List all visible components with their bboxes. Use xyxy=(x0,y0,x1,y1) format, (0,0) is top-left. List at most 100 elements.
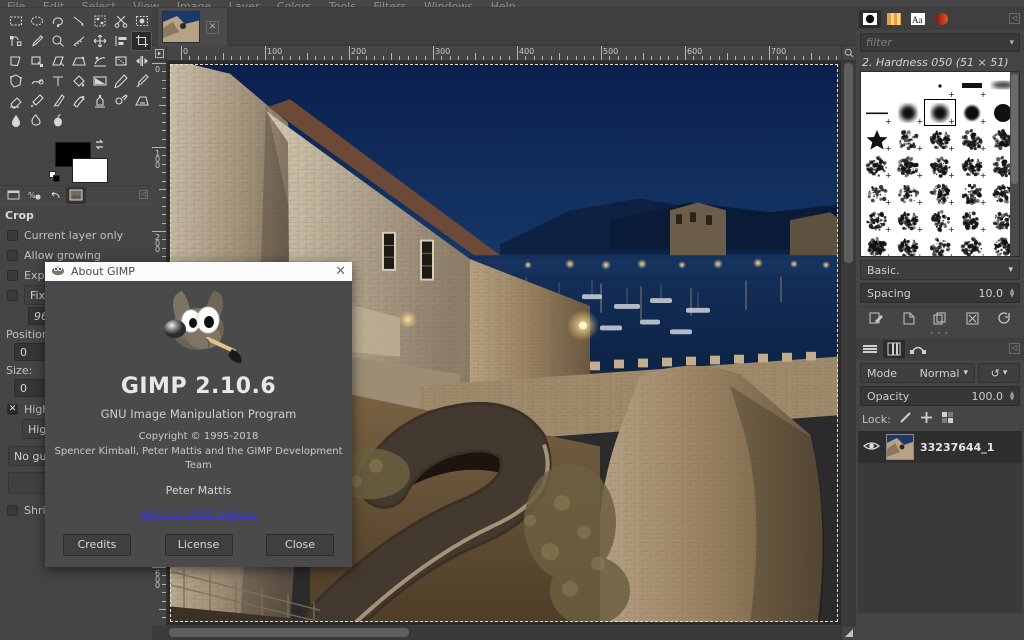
perspective-tool[interactable] xyxy=(68,51,89,71)
reset-colors-icon[interactable] xyxy=(49,171,61,183)
brush-item[interactable]: + xyxy=(893,99,925,126)
measure-tool[interactable] xyxy=(68,31,89,51)
horizontal-ruler[interactable]: 0100200300400500600700800 xyxy=(167,46,841,61)
brush-item[interactable]: + xyxy=(956,126,988,153)
tab-channels[interactable] xyxy=(883,340,905,358)
ellipse-select-tool[interactable] xyxy=(26,11,47,31)
cage-transform-tool[interactable] xyxy=(5,71,26,91)
brush-item[interactable]: + xyxy=(956,180,988,207)
paths-tool[interactable] xyxy=(5,31,26,51)
shear-tool[interactable] xyxy=(47,51,68,71)
layer-list-empty-area[interactable] xyxy=(858,463,1022,613)
new-brush-icon[interactable] xyxy=(896,309,920,329)
brush-item[interactable]: + xyxy=(861,207,893,234)
brushes-dock-tabbar[interactable]: Aa ◁ xyxy=(856,8,1024,30)
scrollbar-thumb[interactable] xyxy=(1011,74,1018,184)
text-tool[interactable] xyxy=(47,71,68,91)
perspective-clone-tool[interactable] xyxy=(131,91,152,111)
menu-toggle-icon[interactable] xyxy=(152,46,167,61)
close-tab-icon[interactable]: ✕ xyxy=(206,20,219,34)
handle-transform-tool[interactable] xyxy=(110,51,131,71)
close-button[interactable]: Close xyxy=(266,533,334,556)
scale-tool[interactable] xyxy=(26,51,47,71)
brush-item[interactable]: + xyxy=(893,234,925,256)
brush-item[interactable]: + xyxy=(861,126,893,153)
edit-brush-icon[interactable] xyxy=(864,309,888,329)
brush-item[interactable]: + xyxy=(893,207,925,234)
heal-tool[interactable] xyxy=(110,91,131,111)
tool-grid[interactable] xyxy=(2,11,152,131)
layer-mode-row[interactable]: Mode Normal ▾ ↺ ▾ xyxy=(860,363,1020,383)
collapse-panel-icon[interactable]: ◁ xyxy=(139,190,148,199)
scrollbar-thumb[interactable] xyxy=(169,628,409,637)
bucket-fill-tool[interactable] xyxy=(68,71,89,91)
lock-alpha-icon[interactable] xyxy=(941,411,954,427)
brush-filter-row[interactable]: filter ▾ xyxy=(860,33,1020,52)
checkbox-highlight[interactable]: ✕ xyxy=(7,403,18,415)
brush-item[interactable]: + xyxy=(924,153,956,180)
chevron-down-icon[interactable]: ▾ xyxy=(963,368,968,378)
background-color-swatch[interactable] xyxy=(72,158,108,183)
brush-item[interactable]: + xyxy=(924,234,956,256)
gradient-tool[interactable] xyxy=(89,71,110,91)
layer-list-item[interactable]: 33237644_1 xyxy=(858,431,1022,463)
spinner-arrows[interactable]: ▲ ▼ xyxy=(1007,391,1017,402)
brush-item[interactable]: + xyxy=(861,153,893,180)
eye-icon[interactable] xyxy=(863,440,880,455)
layer-opacity-control[interactable]: Opacity 100.0 ▲ ▼ xyxy=(860,386,1020,406)
brush-item[interactable]: + xyxy=(924,126,956,153)
brush-item[interactable]: + xyxy=(924,180,956,207)
checkbox-expand-from-center[interactable] xyxy=(7,269,18,281)
rect-select-tool[interactable] xyxy=(5,11,26,31)
checkbox-current-layer-only[interactable] xyxy=(7,229,18,241)
about-dialog-titlebar[interactable]: About GIMP ✕ xyxy=(45,262,352,281)
zoom-image-icon[interactable] xyxy=(841,46,856,61)
layer-lock-row[interactable]: Lock: xyxy=(856,409,1024,429)
blur-sharpen-tool[interactable] xyxy=(5,111,26,131)
layer-mode-select[interactable]: Mode Normal ▾ xyxy=(860,363,975,383)
brush-item[interactable]: + xyxy=(893,126,925,153)
brush-grid[interactable]: +++++++++++++++++++++++++++++++++ xyxy=(860,71,1020,257)
brush-item[interactable]: + xyxy=(956,234,988,256)
brush-filter-input[interactable]: filter xyxy=(866,36,1009,49)
ink-tool[interactable] xyxy=(47,91,68,111)
brush-item[interactable]: + xyxy=(893,180,925,207)
brush-item[interactable]: + xyxy=(893,153,925,180)
color-picker-tool[interactable] xyxy=(26,31,47,51)
brush-item[interactable]: + xyxy=(924,99,956,126)
refresh-brushes-icon[interactable] xyxy=(992,309,1016,329)
scrollbar-thumb[interactable] xyxy=(844,63,853,263)
layer-mode-reset[interactable]: ↺ ▾ xyxy=(978,363,1020,383)
layer-name[interactable]: 33237644_1 xyxy=(920,441,994,454)
flip-tool[interactable] xyxy=(131,51,152,71)
tab-fonts[interactable]: Aa xyxy=(907,10,929,28)
duplicate-brush-icon[interactable] xyxy=(928,309,952,329)
dodge-burn-tool[interactable] xyxy=(47,111,68,131)
chevron-down-icon[interactable]: ▾ xyxy=(1009,38,1014,48)
brush-item[interactable]: + xyxy=(956,207,988,234)
close-icon[interactable]: ✕ xyxy=(335,265,346,278)
image-tab[interactable]: ✕ xyxy=(158,8,228,46)
tab-paths[interactable] xyxy=(907,340,929,358)
canvas-horizontal-scrollbar[interactable] xyxy=(167,625,841,640)
unified-transform-tool[interactable] xyxy=(89,51,110,71)
clone-tool[interactable] xyxy=(89,91,110,111)
image-tabbar[interactable]: ✕ xyxy=(152,8,856,46)
free-select-tool[interactable] xyxy=(47,11,68,31)
brush-item[interactable]: + xyxy=(924,72,956,99)
warp-transform-tool[interactable] xyxy=(26,71,47,91)
credits-button[interactable]: Credits xyxy=(63,533,131,556)
license-button[interactable]: License xyxy=(164,533,233,556)
collapse-panel-icon[interactable]: ◁ xyxy=(1009,343,1020,354)
about-dialog[interactable]: About GIMP ✕ GIMP 2.10.6 GNU Image Manip… xyxy=(45,262,352,567)
rotate-tool[interactable] xyxy=(5,51,26,71)
tab-undo-history[interactable] xyxy=(45,187,65,204)
mypaint-brush-tool[interactable] xyxy=(68,91,89,111)
brush-item[interactable]: + xyxy=(956,153,988,180)
smudge-tool[interactable] xyxy=(26,111,47,131)
checkbox-shrink-merged[interactable] xyxy=(7,504,18,516)
airbrush-tool[interactable] xyxy=(26,91,47,111)
spacing-value[interactable]: 10.0 xyxy=(979,287,1004,300)
brush-tag-select[interactable]: Basic. ▾ xyxy=(860,260,1020,280)
color-area[interactable] xyxy=(0,137,152,185)
